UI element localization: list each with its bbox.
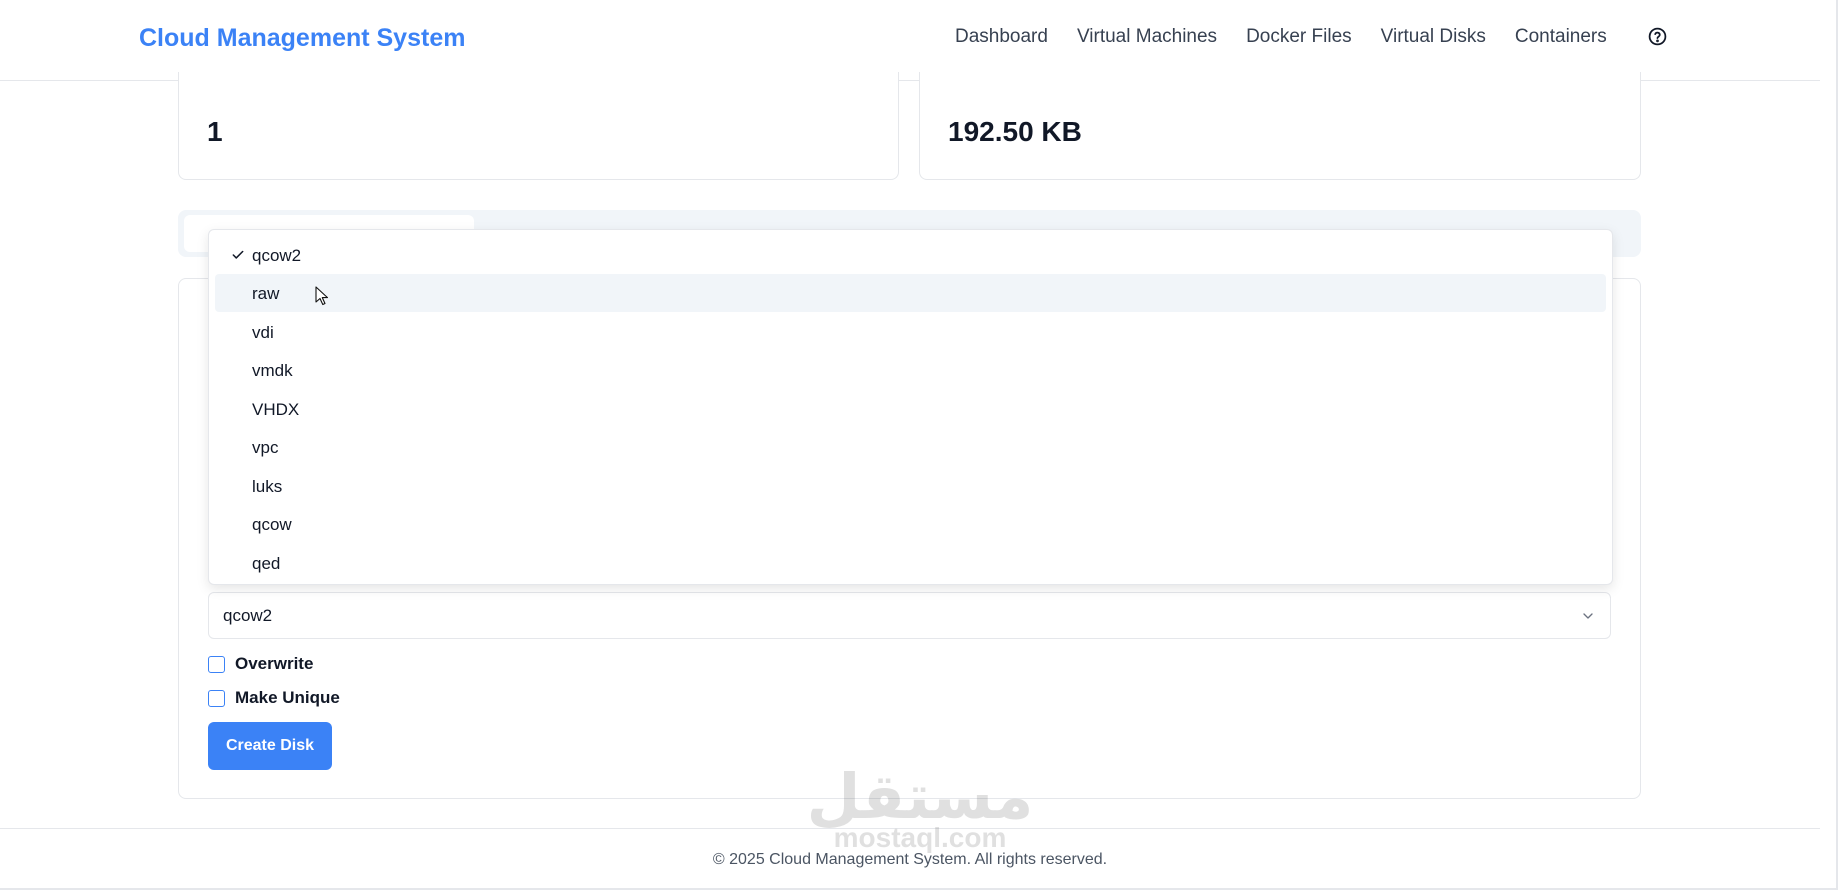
- option-label: raw: [252, 284, 280, 303]
- option-luks[interactable]: luks: [215, 467, 1606, 505]
- overwrite-label: Overwrite: [235, 654, 314, 673]
- total-size-card: 192.50 KB: [919, 72, 1641, 180]
- option-label: vdi: [252, 323, 274, 342]
- top-navbar: Cloud Management System Dashboard Virtua…: [0, 0, 1820, 81]
- option-vdi[interactable]: vdi: [215, 313, 1606, 351]
- option-label: vmdk: [252, 361, 293, 380]
- option-vmdk[interactable]: vmdk: [215, 351, 1606, 389]
- overwrite-checkbox[interactable]: [208, 655, 225, 673]
- mouse-cursor-icon: [315, 286, 329, 306]
- total-size-value: 192.50 KB: [948, 116, 1082, 147]
- option-qcow[interactable]: qcow: [215, 505, 1606, 543]
- app-title[interactable]: Cloud Management System: [139, 24, 465, 53]
- chevron-down-icon: [1583, 613, 1593, 619]
- nav-docker-files[interactable]: Docker Files: [1246, 26, 1352, 48]
- disk-count-card: 1: [178, 72, 899, 180]
- main-nav: Dashboard Virtual Machines Docker Files …: [955, 26, 1607, 48]
- option-vpc[interactable]: vpc: [215, 428, 1606, 466]
- nav-virtual-machines[interactable]: Virtual Machines: [1077, 26, 1217, 48]
- watermark-logo: مستقل mostaql.com: [805, 760, 1035, 860]
- watermark-latin: mostaql.com: [833, 822, 1007, 853]
- format-select-value: qcow2: [223, 606, 273, 625]
- create-disk-button[interactable]: Create Disk: [208, 722, 332, 770]
- option-label: VHDX: [252, 400, 300, 419]
- option-label: vpc: [252, 438, 279, 457]
- option-qed[interactable]: qed: [215, 544, 1606, 582]
- check-icon: [232, 250, 244, 259]
- disk-count-value: 1: [207, 116, 223, 147]
- format-select[interactable]: qcow2: [208, 592, 1611, 639]
- option-label: qcow2: [252, 246, 302, 265]
- make-unique-option[interactable]: Make Unique: [208, 688, 340, 708]
- option-qcow2[interactable]: qcow2: [215, 236, 1606, 274]
- nav-virtual-disks[interactable]: Virtual Disks: [1381, 26, 1486, 48]
- option-label: luks: [252, 477, 283, 496]
- option-vhdx[interactable]: VHDX: [215, 390, 1606, 428]
- overwrite-option[interactable]: Overwrite: [208, 654, 313, 674]
- option-label: qed: [252, 554, 281, 573]
- option-raw[interactable]: raw: [215, 274, 1606, 312]
- format-dropdown-menu: qcow2 raw vdi vmdk VHDX vpc luks qcow qe…: [208, 229, 1613, 585]
- nav-containers[interactable]: Containers: [1515, 26, 1607, 48]
- option-label: qcow: [252, 515, 292, 534]
- help-circle-icon[interactable]: [1648, 27, 1667, 46]
- make-unique-checkbox[interactable]: [208, 689, 225, 707]
- make-unique-label: Make Unique: [235, 688, 340, 707]
- nav-dashboard[interactable]: Dashboard: [955, 26, 1048, 48]
